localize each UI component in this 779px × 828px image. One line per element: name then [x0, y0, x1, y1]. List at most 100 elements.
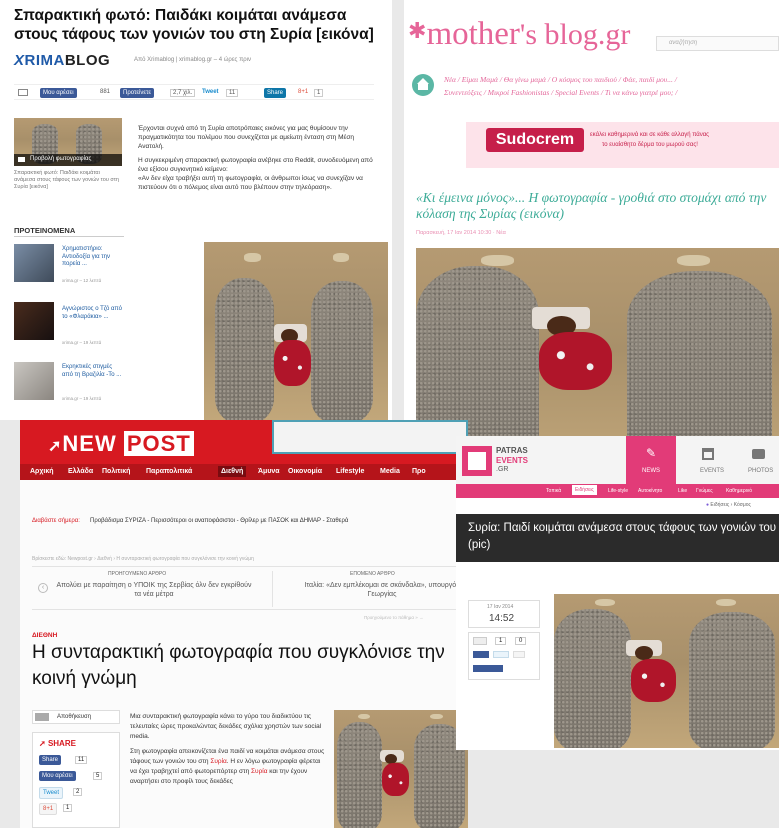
sudocrem-ad-text-2: το ευαίσθητο δέρμα του μωρού σας!: [602, 142, 698, 148]
mothers-nav-line-1[interactable]: Νέα / Είμαι Μαμά / Θα γίνω μαμά / Ο κόσμ…: [444, 75, 677, 84]
xrima-side-photo[interactable]: Προβολή φωτογραφίας: [14, 118, 122, 166]
share-label: ➚ SHARE: [39, 739, 76, 748]
home-icon[interactable]: [412, 74, 434, 96]
xrima-side-caption: Σπαρακτική φωτό: Παιδάκι κοιμάται ανάμεσ…: [14, 170, 119, 190]
syria-link[interactable]: Συρία: [251, 768, 267, 775]
rec-thumb-2[interactable]: [14, 302, 54, 340]
patras-headline[interactable]: Συρία: Παιδί κοιμάται ανάμεσα στους τάφο…: [468, 520, 779, 554]
patras-tweet-button[interactable]: [493, 651, 509, 658]
nav-item-more[interactable]: Προ: [412, 468, 426, 475]
tab-news[interactable]: ✎ NEWS: [626, 436, 676, 484]
newpost-prev-next: ΠΡΟΗΓΟΥΜΕΝΟ ΑΡΘΡΟ ‹ Απολύει με παραίτηση…: [32, 566, 468, 610]
prev-arrow-icon[interactable]: ‹: [38, 583, 48, 593]
rec-thumb-3[interactable]: [14, 362, 54, 400]
pencil-icon: ✎: [646, 446, 657, 460]
rec-title-2[interactable]: Αγνώριστος ο Τζό από το «Φλαράκια» ...: [62, 306, 124, 321]
xrima-gplus-button[interactable]: 8+1: [298, 89, 308, 95]
xrimablog-panel: Σπαρακτική φωτό: Παιδάκι κοιμάται ανάμεσ…: [0, 0, 392, 420]
grave-left: [215, 277, 274, 420]
mothersblog-meta: Παρασκευή, 17 Ιαν 2014 10:30 · Νέα: [416, 230, 506, 236]
patras-nav-lifestyle[interactable]: Life-style: [608, 488, 628, 494]
newpost-save-button[interactable]: Αποθήκευση: [32, 710, 120, 724]
camera-icon: [18, 157, 25, 162]
newpost-logo[interactable]: ➚NEW POST: [48, 431, 194, 457]
nav-item-world[interactable]: Διεθνή: [218, 466, 247, 477]
prev-next-divider: [272, 571, 273, 607]
patras-nav-opinions[interactable]: Γνώμες: [696, 488, 713, 494]
nav-item-lifestyle[interactable]: Lifestyle: [336, 468, 364, 475]
nav-item-greece[interactable]: Ελλάδα: [68, 468, 93, 475]
headstone-right: [716, 598, 737, 607]
mothersblog-search-input[interactable]: αναζήτηση: [656, 36, 779, 51]
next-article-link[interactable]: Ιταλία: «Δεν εμπλέκομαι σε σκάνδαλα», υπ…: [294, 581, 468, 599]
patras-like-button[interactable]: [473, 637, 487, 645]
headstone-right: [677, 254, 711, 267]
newpost-headline-1[interactable]: Η συνταρακτική φωτογραφία που συγκλόνισε…: [32, 642, 445, 664]
patras-main-photo[interactable]: [554, 594, 779, 748]
newpost-main-photo[interactable]: [334, 710, 468, 828]
xrima-recommend-button[interactable]: Προτείνετε: [120, 88, 155, 98]
np-gplus-button[interactable]: 8+1: [39, 803, 58, 815]
np-fb-like-button[interactable]: Μου αρέσει: [39, 771, 76, 781]
patras-nav-daily[interactable]: Καθημερινό: [726, 488, 752, 494]
syria-link[interactable]: Συρία: [210, 758, 226, 765]
patras-nav-car[interactable]: Αυτοκίνητο: [638, 488, 662, 494]
patras-nav-like[interactable]: Like: [678, 488, 687, 494]
newpost-nav: Αρχική Ελλάδα Πολιτική Παραπολιτικά Διεθ…: [20, 464, 468, 480]
mothers-nav-line-2[interactable]: Συνεντεύξεις / Μικροί Fashionistas / Spe…: [444, 88, 677, 97]
nav-item-economy[interactable]: Οικονομία: [288, 468, 322, 475]
mothersblog-headline[interactable]: «Κι έμεινα μόνος»... Η φωτογραφία - γροθ…: [416, 190, 776, 222]
tab-events[interactable]: EVENTS: [686, 436, 732, 484]
newpost-article-text: Μια συνταρακτική φωτογραφία κάνει το γύρ…: [130, 712, 326, 787]
headstone-left: [594, 598, 615, 607]
patras-count-2: 0: [515, 637, 527, 645]
rec-title-1[interactable]: Χρηματιστήριο: Αντιοδοξία για την πορεία…: [62, 246, 124, 269]
newpost-panel: ➚NEW POST Αρχική Ελλάδα Πολιτική Παραπολ…: [20, 420, 468, 828]
mail-icon[interactable]: [18, 89, 28, 96]
nav-item-parapolitika[interactable]: Παραπολιτικά: [146, 468, 192, 475]
nav-item-politics[interactable]: Πολιτική: [102, 468, 130, 475]
grave-right: [689, 612, 775, 748]
mothersblog-panel: ✱mother's blog.gr αναζήτηση Νέα / Είμαι …: [404, 0, 779, 474]
newpost-share-box: ➚ SHARE Share 11 Μου αρέσει 5 Tweet 2 8+…: [32, 732, 120, 828]
xrima-linkedin-button[interactable]: Share: [264, 88, 287, 98]
tab-photos[interactable]: PHOTOS: [738, 436, 779, 484]
nav-item-defence[interactable]: Άμυνα: [258, 468, 280, 475]
patras-logo[interactable]: PATRAS EVENTS .GR: [462, 446, 528, 480]
patras-gplus-button[interactable]: [513, 651, 525, 658]
xrima-logo[interactable]: XRIMABLOG: [14, 52, 110, 69]
grave-left: [554, 609, 631, 748]
newpost-headline-2[interactable]: κοινή γνώμη: [32, 668, 137, 690]
patras-recommend-button[interactable]: [473, 665, 503, 672]
patras-nav: Τοπικά Ειδήσεις Life-style Αυτοκίνητο Li…: [456, 484, 779, 498]
np-gplus-count: 1: [63, 804, 73, 812]
patras-nav-local[interactable]: Τοπικά: [546, 488, 561, 494]
newpost-ticker-text[interactable]: Προβάδισμα ΣΥΡΙΖΑ - Περισσότεροι οι αναπ…: [90, 518, 348, 524]
xrima-headline[interactable]: Σπαρακτική φωτό: Παιδάκι κοιμάται ανάμεσ…: [14, 6, 384, 44]
xrima-main-photo[interactable]: [204, 242, 388, 420]
calendar-icon: [702, 448, 714, 460]
rec-meta-2: xrima.gr – 19 λεπτά: [62, 340, 102, 345]
mothersblog-logo[interactable]: ✱mother's blog.gr: [408, 16, 630, 53]
rec-meta-1: xrima.gr – 12 λεπτά: [62, 278, 102, 283]
next-more-link[interactable]: Προηγούμενο το πάθημα » →: [364, 615, 423, 620]
prev-article-link[interactable]: Απολύει με παραίτηση ο ΥΠΟΙΚ της Σερβίας…: [54, 581, 254, 599]
patras-fb-button[interactable]: [473, 651, 489, 658]
xrima-paragraph-1: Έρχονται συχνά από τη Συρία αποτρόπαιες …: [138, 125, 355, 150]
headstone-right: [430, 713, 443, 720]
rec-thumb-1[interactable]: [14, 244, 54, 282]
xrima-recommended-title: ΠΡΟΤΕΙΝΟΜΕΝΑ: [14, 226, 76, 235]
patras-count-1: 1: [495, 637, 507, 645]
nav-item-media[interactable]: Media: [380, 468, 400, 475]
patras-nav-news[interactable]: Ειδήσεις: [572, 485, 597, 495]
newpost-breadcrumb: Βρίσκεστε εδώ: Newpost.gr › Διεθνή › Η σ…: [32, 556, 254, 562]
xrima-like-button[interactable]: Μου αρέσει: [40, 88, 77, 98]
side-photo-badge: Προβολή φωτογραφίας: [30, 156, 92, 162]
rec-title-3[interactable]: Εκρηκτικές στιγμές από τη Βραζιλία -Το .…: [62, 364, 124, 379]
sudocrem-ad-banner[interactable]: Sudocrem εκάλει καθημερινά και σε κάθε α…: [466, 122, 779, 168]
newpost-header: ➚NEW POST: [20, 420, 468, 464]
xrima-tweet-button[interactable]: Tweet: [202, 89, 219, 95]
nav-item-home[interactable]: Αρχική: [30, 468, 54, 475]
np-tweet-button[interactable]: Tweet: [39, 787, 64, 799]
np-fb-share-button[interactable]: Share: [39, 755, 62, 765]
